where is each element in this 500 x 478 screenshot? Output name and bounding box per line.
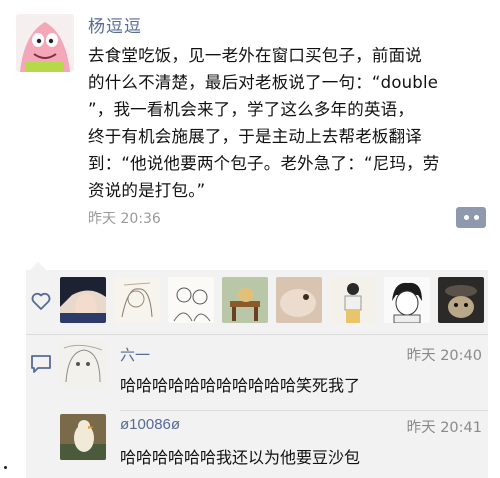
comment-text: 哈哈哈哈哈哈我还以为他要豆沙包: [120, 448, 361, 467]
like-avatar-illustrated-person[interactable]: [330, 277, 376, 323]
dot-icon: [473, 215, 479, 220]
author-avatar[interactable]: [16, 14, 74, 72]
comment-time: 昨天 20:40: [406, 348, 482, 364]
dot-icon: [463, 215, 469, 220]
like-avatar-cat-on-chair[interactable]: [222, 277, 268, 323]
comment-item[interactable]: 六一 昨天 20:40 哈哈哈哈哈哈哈哈哈哈哈笑死我了: [60, 342, 488, 412]
like-avatar-sketch-character[interactable]: [114, 277, 160, 323]
post-text: 去食堂吃饭，见一老外在窗口买包子，前面说 的什么不清楚，最后对老板说了一句：“d…: [88, 46, 440, 200]
like-avatar-anime-portrait[interactable]: [60, 277, 106, 323]
comment-bubble-icon: [31, 355, 51, 373]
dot-mark: [4, 466, 7, 469]
commenter-avatar[interactable]: [60, 342, 106, 388]
likes-row: [26, 270, 488, 334]
commenter-avatar[interactable]: [60, 414, 106, 460]
commenter-name[interactable]: ø10086ø: [120, 416, 180, 433]
like-avatar-cat-in-hat[interactable]: [438, 277, 484, 323]
comment-text: 哈哈哈哈哈哈哈哈哈哈哈笑死我了: [120, 376, 361, 395]
likes-divider: [26, 334, 488, 335]
author-name[interactable]: 杨逗逗: [88, 12, 142, 37]
more-options-button[interactable]: [456, 207, 486, 228]
post-time: 昨天 20:36: [88, 211, 161, 227]
like-avatar-anime-boy[interactable]: [384, 277, 430, 323]
interaction-panel: 六一 昨天 20:40 哈哈哈哈哈哈哈哈哈哈哈笑死我了 ø10086ø 昨天 2…: [26, 270, 488, 478]
comment-divider: [120, 410, 488, 411]
commenter-name[interactable]: 六一: [120, 344, 150, 365]
like-avatar-animal-closeup[interactable]: [276, 277, 322, 323]
comment-time: 昨天 20:41: [406, 420, 482, 436]
heart-icon: [31, 292, 51, 310]
comment-item[interactable]: ø10086ø 昨天 20:41 哈哈哈哈哈哈我还以为他要豆沙包: [60, 414, 488, 478]
panel-arrow: [30, 262, 46, 270]
like-avatar-sketch-figures[interactable]: [168, 277, 214, 323]
